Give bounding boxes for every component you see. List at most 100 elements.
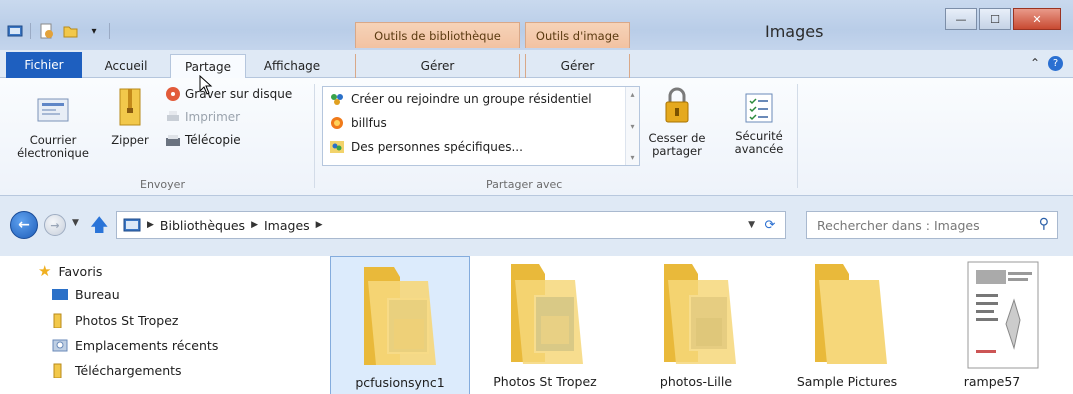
nav-item-photos-st-tropez[interactable]: Photos St Tropez — [52, 312, 178, 328]
tab-manage-image[interactable]: Gérer — [525, 54, 630, 78]
window-menu-icon[interactable] — [6, 22, 24, 40]
stop-sharing-button[interactable]: Cesser de partager — [648, 86, 706, 158]
photo-folder-icon — [364, 267, 436, 365]
forward-arrow-icon: → — [50, 218, 60, 232]
minimize-ribbon-icon[interactable]: ⌃ — [1030, 56, 1040, 71]
window-title: Images — [765, 22, 824, 41]
share-with-group-label: Partager avec — [486, 178, 563, 191]
file-item-pcfusionsync1[interactable]: pcfusionsync1 — [330, 256, 470, 394]
title-bar: ▾ Outils de bibliothèque Outils d'image … — [0, 0, 1073, 50]
recent-locations-icon[interactable]: ▼ — [72, 218, 79, 228]
file-label: pcfusionsync1 — [355, 375, 445, 390]
refresh-icon[interactable]: ⟳ — [759, 216, 781, 234]
nav-label: Bureau — [75, 287, 120, 302]
customize-qat-icon[interactable]: ▾ — [85, 22, 103, 40]
padlock-icon — [665, 87, 689, 123]
specific-people-icon — [330, 141, 344, 153]
search-input[interactable]: Rechercher dans : Images ⚲ — [806, 211, 1058, 239]
burn-disc-button[interactable]: Graver sur disque — [165, 86, 292, 102]
email-button[interactable]: Courrier électronique — [17, 92, 89, 160]
breadcrumb-separator-icon[interactable]: ▶ — [251, 220, 258, 230]
address-toolbar: ← → ▼ 🡅 ▶ Bibliothèques ▶ Images ▶ ▼ ⟳ R… — [0, 196, 1073, 256]
forward-button[interactable]: → — [44, 214, 66, 236]
breadcrumb-libraries[interactable]: Bibliothèques — [160, 218, 245, 233]
breadcrumb-separator-icon[interactable]: ▶ — [316, 220, 323, 230]
tab-home[interactable]: Accueil — [92, 54, 160, 78]
qat-separator — [30, 23, 31, 39]
user-icon — [331, 117, 343, 129]
navigation-pane: ★ Favoris Bureau Photos St Tropez Emplac… — [0, 256, 320, 394]
nav-item-favorites[interactable]: ★ Favoris — [38, 262, 102, 280]
send-group-label: Envoyer — [140, 178, 185, 191]
share-item-label: billfus — [351, 116, 387, 130]
share-list-scrollbar[interactable]: ▴ ▾ ▾ — [625, 87, 639, 165]
maximize-button[interactable]: ☐ — [979, 8, 1011, 30]
share-with-list: Créer ou rejoindre un groupe résidentiel… — [322, 86, 640, 166]
mouse-cursor-icon — [199, 75, 213, 95]
tab-file[interactable]: Fichier — [6, 52, 82, 78]
email-label: Courrier électronique — [17, 133, 89, 160]
file-label: photos-Lille — [659, 374, 733, 389]
file-label: Photos St Tropez — [493, 374, 597, 389]
new-folder-icon[interactable] — [61, 22, 79, 40]
library-icon — [123, 218, 141, 232]
breadcrumb-images[interactable]: Images — [264, 218, 310, 233]
share-item-specific-people[interactable]: Des personnes spécifiques... — [323, 135, 639, 159]
tab-view[interactable]: Affichage — [252, 54, 332, 78]
content-area: ★ Favoris Bureau Photos St Tropez Emplac… — [0, 256, 1073, 394]
fax-icon — [166, 135, 180, 146]
advanced-security-label: Sécurité avancée — [734, 129, 784, 156]
up-arrow-icon[interactable]: 🡅 — [90, 213, 109, 243]
photo-folder-icon — [664, 264, 736, 364]
search-placeholder: Rechercher dans : Images — [817, 217, 980, 233]
close-button[interactable]: ✕ — [1013, 8, 1061, 30]
ribbon-share: Courrier électronique Zipper Graver sur … — [0, 78, 1073, 196]
print-button[interactable]: Imprimer — [165, 109, 240, 125]
share-item-billfus[interactable]: billfus — [323, 111, 639, 135]
fax-button[interactable]: Télécopie — [165, 132, 241, 148]
downloads-folder-icon — [53, 363, 62, 378]
print-label: Imprimer — [185, 110, 241, 124]
file-item-sample-pictures[interactable]: Sample Pictures — [777, 256, 917, 394]
nav-item-downloads[interactable]: Téléchargements — [52, 362, 182, 378]
homegroup-icon — [331, 94, 343, 105]
file-item-rampe57[interactable]: rampe57 — [922, 256, 1062, 394]
share-item-label: Des personnes spécifiques... — [351, 140, 523, 154]
nav-item-desktop[interactable]: Bureau — [52, 287, 120, 302]
share-item-homegroup[interactable]: Créer ou rejoindre un groupe résidentiel — [323, 87, 639, 111]
back-button[interactable]: ← — [10, 211, 38, 239]
tab-manage-library[interactable]: Gérer — [355, 54, 520, 78]
search-icon[interactable]: ⚲ — [1039, 216, 1049, 232]
file-label: rampe57 — [963, 374, 1021, 389]
expand-gallery-icon[interactable]: ▾ — [630, 153, 634, 162]
qat-separator-2 — [109, 23, 110, 39]
nav-label: Emplacements récents — [75, 337, 219, 353]
ribbon-controls: ⌃ ? — [1030, 56, 1063, 71]
zip-folder-icon — [119, 88, 141, 126]
file-item-photos-st-tropez[interactable]: Photos St Tropez — [475, 256, 615, 394]
security-list-icon — [745, 93, 773, 123]
address-bar[interactable]: ▶ Bibliothèques ▶ Images ▶ ▼ ⟳ — [116, 211, 786, 239]
minimize-button[interactable]: — — [945, 8, 977, 30]
nav-label: Photos St Tropez — [75, 312, 179, 328]
address-history-icon[interactable]: ▼ — [748, 220, 755, 230]
help-icon[interactable]: ? — [1048, 56, 1063, 71]
nav-label: Favoris — [58, 263, 103, 279]
nav-label: Téléchargements — [75, 362, 182, 378]
quick-access-toolbar: ▾ — [6, 18, 110, 44]
ribbon-separator-2 — [797, 84, 798, 188]
printer-icon — [167, 111, 179, 121]
folder-icon — [53, 313, 62, 328]
properties-icon[interactable] — [37, 22, 55, 40]
image-tools-context-tab: Outils d'image — [525, 22, 630, 48]
scroll-up-icon[interactable]: ▴ — [630, 90, 634, 99]
advanced-security-button[interactable]: Sécurité avancée — [728, 92, 790, 156]
zip-label: Zipper — [111, 133, 149, 147]
nav-item-recent-places[interactable]: Emplacements récents — [52, 337, 218, 353]
photo-folder-icon — [511, 264, 583, 364]
scroll-down-icon[interactable]: ▾ — [630, 122, 634, 131]
breadcrumb-separator-icon[interactable]: ▶ — [147, 220, 154, 230]
file-item-photos-lille[interactable]: photos-Lille — [626, 256, 766, 394]
email-icon — [37, 98, 69, 122]
zip-button[interactable]: Zipper — [108, 86, 152, 147]
